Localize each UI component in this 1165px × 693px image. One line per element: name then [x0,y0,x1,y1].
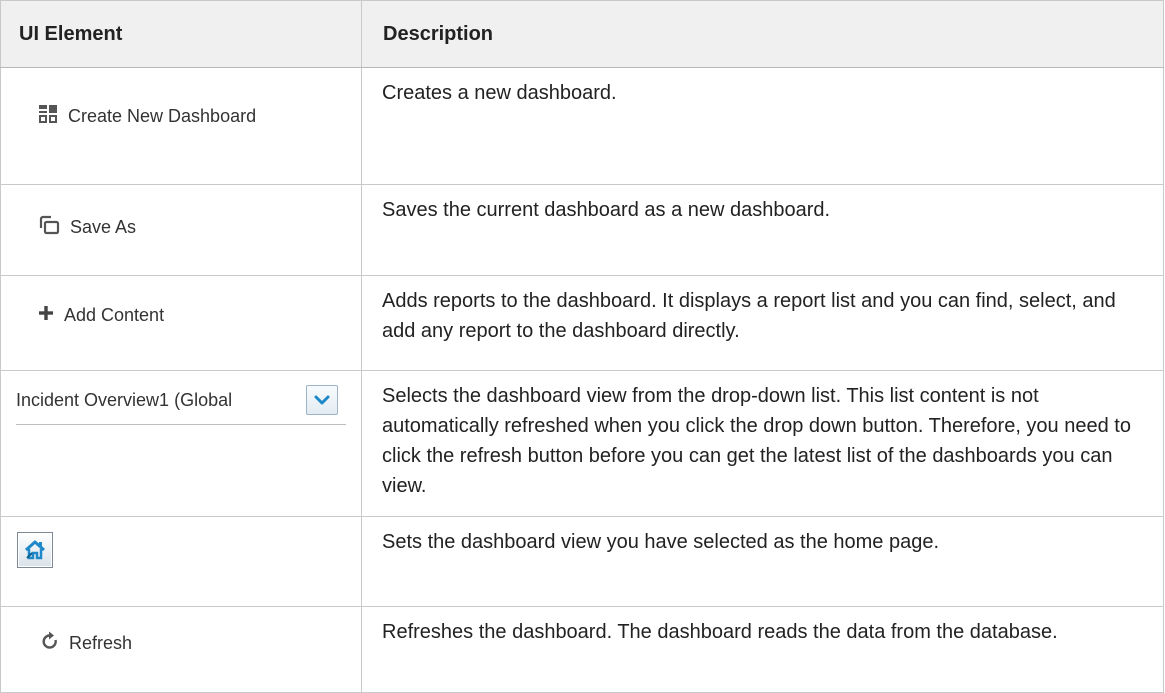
table-row: Add Content Adds reports to the dashboar… [0,275,1164,371]
dropdown-toggle-button[interactable] [306,385,338,415]
add-content-label: Add Content [64,305,165,325]
save-as-icon [38,215,60,240]
refresh-label: Refresh [69,633,133,653]
description-cell: Refreshes the dashboard. The dashboard r… [361,606,1164,693]
ui-element-cell: Create New Dashboard [0,67,362,185]
set-home-page-button[interactable] [17,532,53,568]
ui-element-cell: Add Content [0,275,362,371]
save-as-button[interactable]: Save As [1,185,361,240]
ui-element-cell: Incident Overview1 (Global [0,370,362,517]
description-cell: Sets the dashboard view you have selecte… [361,516,1164,607]
description-cell: Selects the dashboard view from the drop… [361,370,1164,517]
table-row: Save As Saves the current dashboard as a… [0,184,1164,276]
plus-icon [38,305,54,326]
column-header-ui-element: UI Element [0,0,362,68]
ui-element-cell: Save As [0,184,362,276]
chevron-down-icon [314,395,330,405]
home-page-icon [25,540,45,560]
dashboard-view-dropdown[interactable]: Incident Overview1 (Global [16,385,346,425]
save-as-label: Save As [70,217,137,237]
column-header-description: Description [361,0,1164,68]
refresh-icon [41,631,59,656]
description-cell: Adds reports to the dashboard. It displa… [361,275,1164,371]
dashboard-view-selected-value: Incident Overview1 (Global [16,389,233,410]
create-new-dashboard-button[interactable]: Create New Dashboard [1,68,361,129]
add-content-button[interactable]: Add Content [1,276,361,326]
table-row: Create New Dashboard Creates a new dashb… [0,67,1164,185]
table-row: Refresh Refreshes the dashboard. The das… [0,606,1164,693]
table-header-row: UI Element Description [0,0,1164,68]
ui-element-table: UI Element Description Create New Dashbo… [0,0,1164,693]
description-cell: Saves the current dashboard as a new das… [361,184,1164,276]
description-cell: Creates a new dashboard. [361,67,1164,185]
ui-element-cell: Refresh [0,606,362,693]
refresh-button[interactable]: Refresh [1,607,361,656]
create-new-dashboard-label: Create New Dashboard [68,106,257,126]
table-row: Incident Overview1 (Global Selects the d… [0,370,1164,517]
dashboard-grid-icon [38,104,58,129]
ui-element-cell [0,516,362,607]
table-row: Sets the dashboard view you have selecte… [0,516,1164,607]
